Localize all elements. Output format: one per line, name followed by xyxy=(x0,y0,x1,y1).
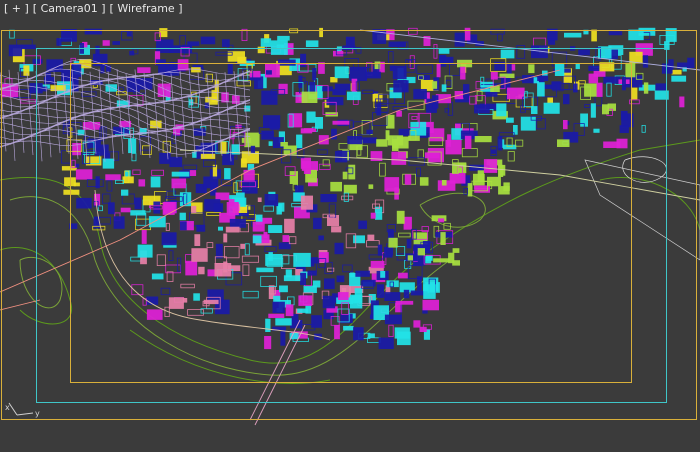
axis-y-label: y xyxy=(35,409,40,418)
city-blocks xyxy=(0,27,695,350)
axis-x-label: x xyxy=(5,403,10,412)
camera-viewport[interactable]: [ + ] [ Camera01 ] [ Wireframe ] x y xyxy=(0,0,700,452)
viewport-camera-label[interactable]: [ Camera01 ] xyxy=(33,0,106,18)
axis-tripod-icon: x y xyxy=(5,397,45,423)
viewport-label-bar: [ + ] [ Camera01 ] [ Wireframe ] xyxy=(0,0,182,18)
viewport-shading-label[interactable]: [ Wireframe ] xyxy=(110,0,183,18)
viewport-plus-menu[interactable]: [ + ] xyxy=(4,0,29,18)
wireframe-city-scene xyxy=(0,27,700,426)
